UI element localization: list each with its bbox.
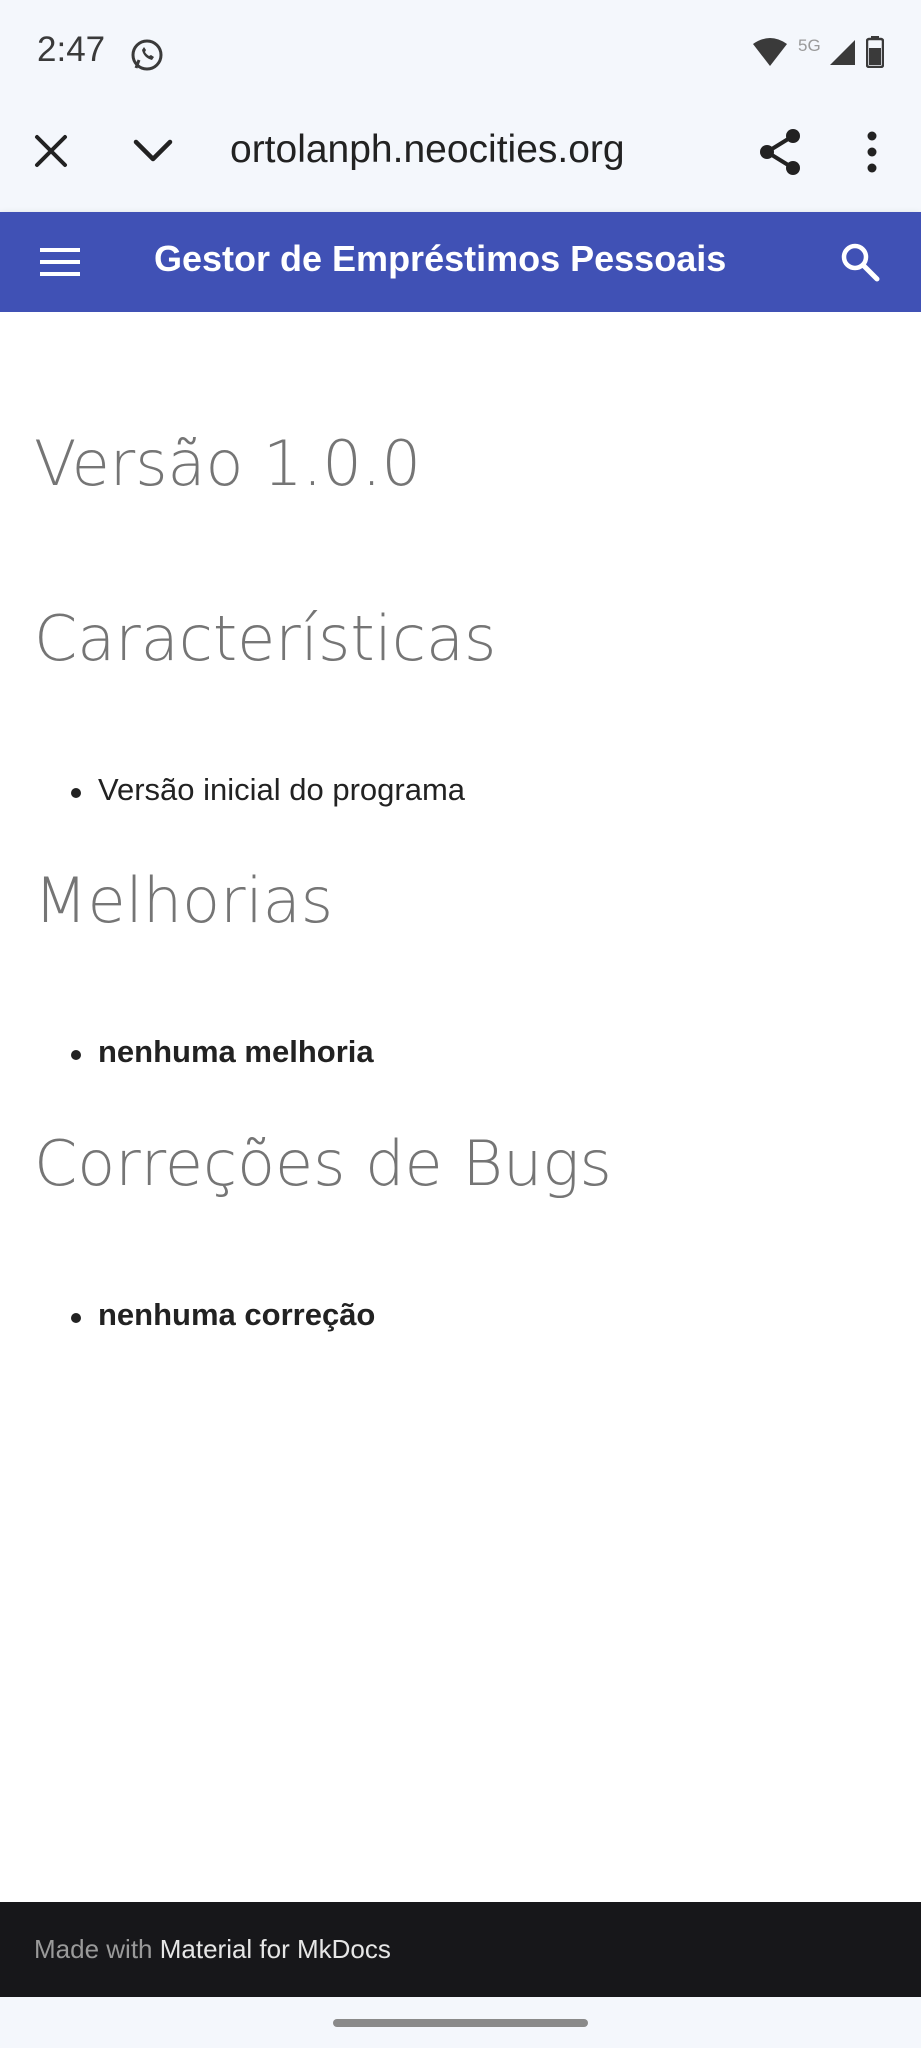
list-item: nenhuma melhoria bbox=[68, 1034, 374, 1070]
status-bar: 2:47 5G bbox=[0, 0, 921, 100]
list-item: nenhuma correção bbox=[68, 1297, 375, 1333]
menu-icon[interactable] bbox=[40, 248, 80, 276]
signal-icon bbox=[830, 40, 855, 65]
section-title-melhorias: Melhorias bbox=[34, 864, 334, 937]
list-item-text: nenhuma melhoria bbox=[98, 1034, 374, 1069]
search-icon[interactable] bbox=[840, 242, 880, 282]
5g-label: 5G bbox=[798, 36, 821, 55]
browser-bar: ortolanph.neocities.org bbox=[0, 100, 921, 212]
list-item-text: Versão inicial do programa bbox=[98, 772, 466, 807]
share-icon[interactable] bbox=[758, 128, 802, 176]
app-header: Gestor de Empréstimos Pessoais bbox=[0, 212, 921, 312]
list-item-text: nenhuma correção bbox=[98, 1297, 376, 1332]
more-vert-icon[interactable] bbox=[862, 130, 882, 174]
battery-icon bbox=[866, 36, 884, 68]
version-title: Versão 1.0.0 bbox=[34, 427, 421, 500]
list-item: Versão inicial do programa bbox=[68, 772, 465, 808]
footer-link[interactable]: Material for MkDocs bbox=[160, 1934, 391, 1964]
footer-text: Made with Material for MkDocs bbox=[34, 1934, 391, 1965]
content: Versão 1.0.0 Características Versão inic… bbox=[0, 312, 921, 1902]
footer-prefix: Made with bbox=[34, 1934, 153, 1964]
whatsapp-icon bbox=[131, 39, 163, 71]
url-text[interactable]: ortolanph.neocities.org bbox=[230, 128, 625, 172]
section-title-correcoes: Correções de Bugs bbox=[34, 1127, 612, 1200]
home-gesture-pill[interactable] bbox=[333, 2019, 588, 2027]
close-icon[interactable] bbox=[34, 134, 68, 168]
header-title[interactable]: Gestor de Empréstimos Pessoais bbox=[154, 238, 726, 280]
gesture-nav-area bbox=[0, 1997, 921, 2048]
footer: Made with Material for MkDocs bbox=[0, 1902, 921, 1997]
chevron-down-icon[interactable] bbox=[132, 138, 174, 164]
section-title-caracteristicas: Características bbox=[34, 602, 497, 675]
status-time: 2:47 bbox=[37, 30, 106, 69]
wifi-icon bbox=[753, 38, 787, 66]
